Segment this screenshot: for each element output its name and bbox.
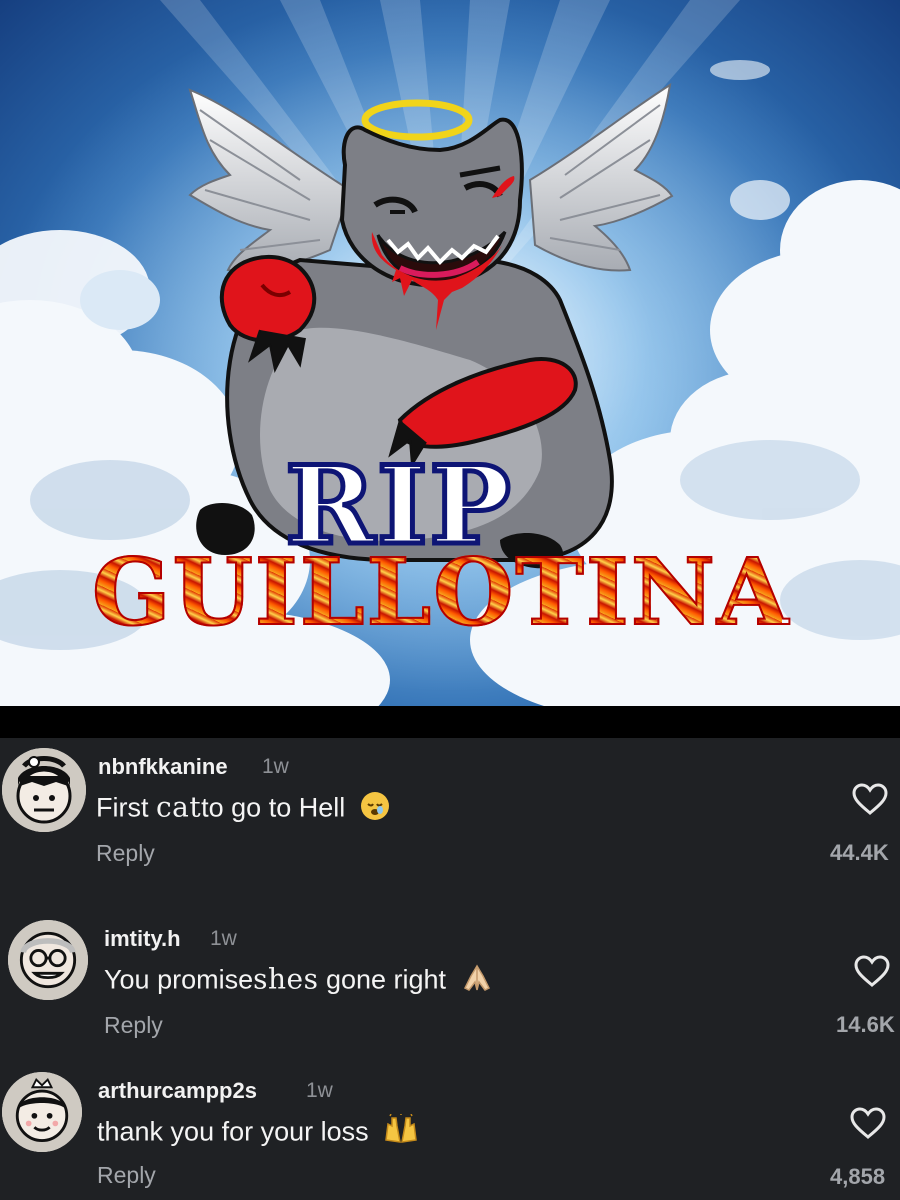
comment-text: thank you for your loss	[97, 1113, 420, 1153]
comment-username[interactable]: imtity.h	[104, 926, 181, 952]
comment-time: 1w	[210, 927, 237, 950]
comment-text: You promiseshes gone right	[104, 962, 494, 1001]
heart-icon[interactable]	[853, 954, 891, 988]
comment-username[interactable]: arthurcampp2s	[98, 1078, 257, 1104]
heart-icon[interactable]	[851, 782, 889, 816]
comment-item: imtity.h 1w You promiseshes gone right R…	[0, 910, 900, 1060]
comments-panel: nbnfkkanine 1w First catto go to Hell Re…	[0, 738, 900, 1200]
reply-button[interactable]: Reply	[96, 840, 155, 867]
comment-username[interactable]: nbnfkkanine	[98, 754, 228, 780]
guillotina-title: GUILLOTINA	[91, 538, 791, 646]
like-count: 14.6K	[836, 1012, 895, 1037]
comment-text-handwritten: cat	[156, 790, 202, 824]
reply-button[interactable]: Reply	[104, 1012, 163, 1039]
comment-time: 1w	[262, 755, 289, 778]
avatar-old-man-icon	[8, 920, 88, 1000]
comment-text-handwritten: shes	[253, 962, 319, 996]
reply-button[interactable]: Reply	[97, 1162, 156, 1189]
divider-bar	[0, 706, 900, 738]
comment-item: arthurcampp2s 1w thank you for your loss…	[0, 1064, 900, 1200]
comment-text-part: to go to Hell	[201, 792, 346, 823]
meme-image: RIP GUILLOTINA	[0, 0, 900, 706]
like-count: 4,858	[830, 1164, 886, 1189]
page: RIP GUILLOTINA nbnfkkanine 1w First catt…	[0, 0, 900, 1200]
avatar[interactable]	[2, 748, 86, 832]
avatar-boy-crown-icon	[2, 1072, 82, 1152]
avatar[interactable]	[2, 1072, 82, 1152]
folded-hands-emoji-icon	[460, 962, 494, 1001]
like-count: 44.4K	[830, 840, 889, 865]
avatar[interactable]	[8, 920, 88, 1000]
comment-text-part: You promise	[104, 964, 254, 995]
raising-hands-emoji-icon	[382, 1113, 420, 1153]
avatar-girl-icon	[2, 748, 86, 832]
comment-text-part: First	[96, 792, 156, 823]
sleeping-face-emoji-icon	[359, 790, 391, 829]
comment-text-part: gone right	[318, 964, 447, 995]
comment-text-part: thank you for your loss	[97, 1116, 369, 1147]
comment-item: nbnfkkanine 1w First catto go to Hell Re…	[0, 738, 900, 888]
comment-time: 1w	[306, 1079, 333, 1102]
heart-icon[interactable]	[849, 1106, 887, 1140]
comment-text: First catto go to Hell	[96, 790, 391, 829]
